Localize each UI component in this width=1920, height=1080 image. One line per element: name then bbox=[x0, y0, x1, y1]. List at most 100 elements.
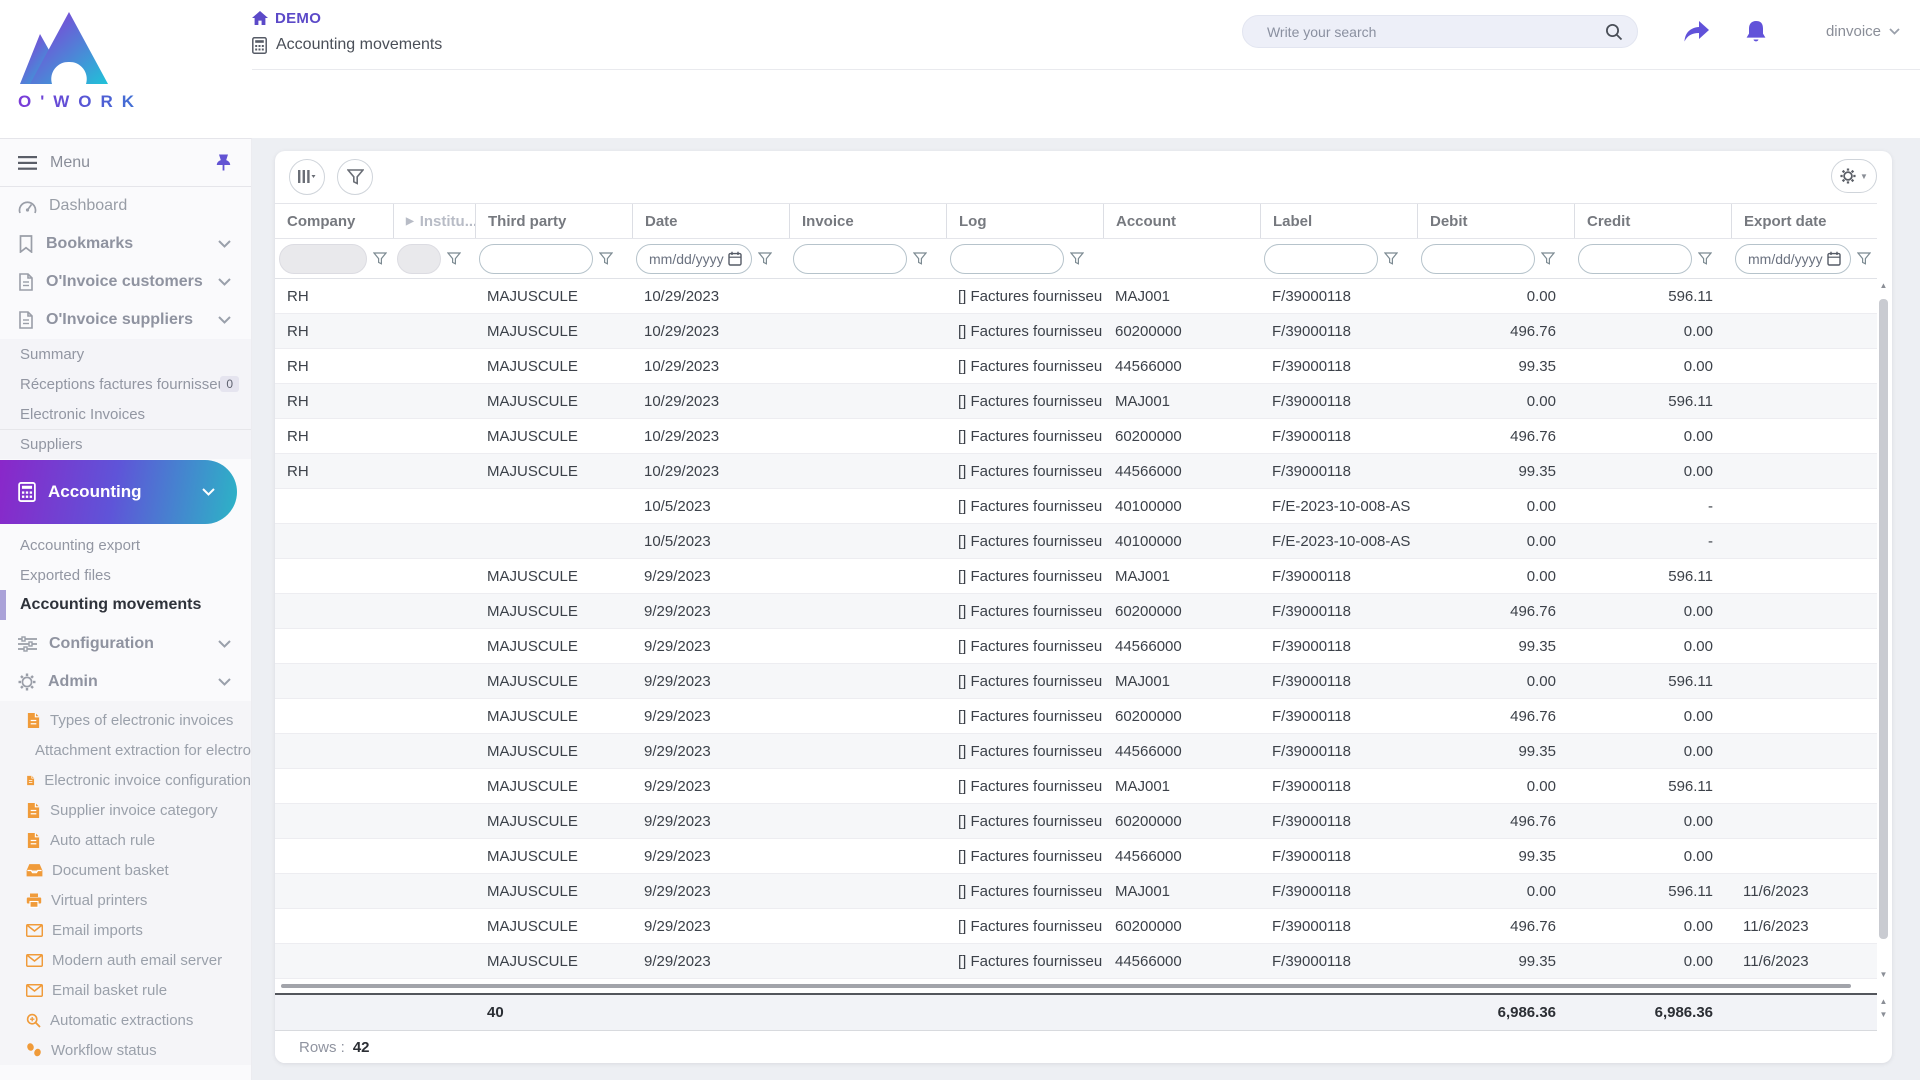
sidebar-subitem-electronic-invoices[interactable]: Electronic Invoices bbox=[0, 399, 251, 429]
vertical-scrollbar-thumb[interactable] bbox=[1879, 299, 1888, 939]
table-row[interactable]: MAJUSCULE 9/29/2023 [] Factures fournisseu… bbox=[275, 734, 1877, 769]
sidebar-subitem-virtual-printers[interactable]: Virtual printers bbox=[0, 885, 251, 915]
column-header-log[interactable]: Log bbox=[946, 204, 1103, 238]
table-row[interactable]: MAJUSCULE 9/29/2023 [] Factures fournisseu… bbox=[275, 629, 1877, 664]
sidebar-subitem-summary[interactable]: Summary bbox=[0, 339, 251, 369]
funnel-icon[interactable] bbox=[1384, 252, 1398, 265]
sidebar-subitem-email-imports[interactable]: Email imports bbox=[0, 915, 251, 945]
menu-toggle[interactable]: Menu bbox=[0, 139, 251, 187]
notifications-icon[interactable] bbox=[1744, 19, 1768, 45]
funnel-icon[interactable] bbox=[1070, 252, 1084, 265]
filter-input-invoice[interactable] bbox=[793, 243, 907, 274]
sidebar-subitem-attachment-extraction-for-electron[interactable]: Attachment extraction for electron bbox=[0, 735, 251, 765]
table-row[interactable]: RH MAJUSCULE 10/29/2023 [] Factures fournis… bbox=[275, 279, 1877, 314]
column-header-third-party[interactable]: Third party bbox=[475, 204, 632, 238]
footsteps-icon bbox=[27, 1043, 41, 1057]
column-header-label[interactable]: Label bbox=[1260, 204, 1417, 238]
date-filter-export-date[interactable]: mm/dd/yyyy bbox=[1735, 243, 1851, 274]
funnel-icon[interactable] bbox=[1541, 252, 1555, 265]
funnel-icon[interactable] bbox=[1857, 252, 1871, 265]
table-row[interactable]: MAJUSCULE 9/29/2023 [] Factures fournisseu… bbox=[275, 594, 1877, 629]
funnel-icon[interactable] bbox=[1698, 252, 1712, 265]
filter-input-log[interactable] bbox=[950, 243, 1064, 274]
share-icon[interactable] bbox=[1682, 19, 1710, 45]
column-header-company[interactable]: Company bbox=[275, 204, 393, 238]
horizontal-scrollbar-thumb[interactable] bbox=[281, 984, 1851, 988]
column-header-account[interactable]: Account bbox=[1103, 204, 1260, 238]
user-menu[interactable]: dinvoice bbox=[1826, 23, 1900, 40]
table-row[interactable]: RH MAJUSCULE 10/29/2023 [] Factures fournis… bbox=[275, 314, 1877, 349]
totals-scrollbar[interactable]: ▲ ▼ bbox=[1877, 997, 1890, 1019]
column-header-date[interactable]: Date bbox=[632, 204, 789, 238]
funnel-icon[interactable] bbox=[447, 252, 461, 265]
hamburger-icon[interactable] bbox=[18, 155, 37, 170]
table-row[interactable]: MAJUSCULE 9/29/2023 [] Factures fournisseu… bbox=[275, 839, 1877, 874]
column-header-invoice[interactable]: Invoice bbox=[789, 204, 946, 238]
sidebar-subitem-types-of-electronic-invoices[interactable]: Types of electronic invoices bbox=[0, 705, 251, 735]
table-row[interactable]: RH MAJUSCULE 10/29/2023 [] Factures fournis… bbox=[275, 419, 1877, 454]
filter-button[interactable] bbox=[337, 159, 373, 195]
funnel-icon[interactable] bbox=[758, 252, 772, 265]
table-row[interactable]: 10/5/2023 [] Factures fournisseurs 4010000… bbox=[275, 524, 1877, 559]
table-row[interactable]: MAJUSCULE 9/29/2023 [] Factures fournisseu… bbox=[275, 769, 1877, 804]
table-row[interactable]: RH MAJUSCULE 10/29/2023 [] Factures fournis… bbox=[275, 454, 1877, 489]
sidebar-subitem-accounting-export[interactable]: Accounting export bbox=[0, 530, 251, 560]
filter-input-credit[interactable] bbox=[1578, 243, 1692, 274]
funnel-icon[interactable] bbox=[913, 252, 927, 265]
sidebar-item-accounting[interactable]: Accounting bbox=[0, 460, 237, 524]
sidebar-subitem-auto-attach-rule[interactable]: Auto attach rule bbox=[0, 825, 251, 855]
filter-input-third-party[interactable] bbox=[479, 243, 593, 274]
filter-input-debit[interactable] bbox=[1421, 243, 1535, 274]
date-filter-date[interactable]: mm/dd/yyyy bbox=[636, 243, 752, 274]
search-icon[interactable] bbox=[1605, 23, 1623, 41]
sidebar-item-dashboard[interactable]: Dashboard bbox=[0, 187, 251, 225]
column-header-credit[interactable]: Credit bbox=[1574, 204, 1731, 238]
sidebar-subitem-suppliers[interactable]: Suppliers bbox=[0, 429, 251, 459]
sidebar-subitem-email-basket-rule[interactable]: Email basket rule bbox=[0, 975, 251, 1005]
table-row[interactable]: MAJUSCULE 9/29/2023 [] Factures fournisseu… bbox=[275, 909, 1877, 944]
table-row[interactable]: RH MAJUSCULE 10/29/2023 [] Factures fournis… bbox=[275, 384, 1877, 419]
sidebar-item-oinvoice-suppliers[interactable]: O'Invoice suppliers bbox=[0, 301, 251, 339]
calendar-icon[interactable] bbox=[1827, 251, 1841, 266]
scroll-down-icon[interactable]: ▼ bbox=[1877, 1010, 1890, 1019]
table-row[interactable]: RH MAJUSCULE 10/29/2023 [] Factures fournis… bbox=[275, 349, 1877, 384]
sidebar-item-configuration[interactable]: Configuration bbox=[0, 625, 251, 663]
table-row[interactable]: MAJUSCULE 9/29/2023 [] Factures fournisseu… bbox=[275, 804, 1877, 839]
scroll-down-icon[interactable]: ▼ bbox=[1877, 970, 1890, 979]
sidebar-item-admin[interactable]: Admin bbox=[0, 663, 251, 701]
table-row[interactable]: MAJUSCULE 9/29/2023 [] Factures fournisseu… bbox=[275, 664, 1877, 699]
vertical-scrollbar[interactable]: ▲ ▼ bbox=[1877, 281, 1890, 979]
table-row[interactable]: MAJUSCULE 9/29/2023 [] Factures fournisseu… bbox=[275, 559, 1877, 594]
filter-input-label[interactable] bbox=[1264, 243, 1378, 274]
funnel-icon[interactable] bbox=[599, 252, 613, 265]
sidebar-item-oinvoice-customers[interactable]: O'Invoice customers bbox=[0, 263, 251, 301]
scroll-up-icon[interactable]: ▲ bbox=[1877, 281, 1890, 290]
table-row[interactable]: MAJUSCULE 9/29/2023 [] Factures fournisseu… bbox=[275, 699, 1877, 734]
search-input[interactable] bbox=[1242, 16, 1573, 47]
sidebar-subitem-automatic-extractions[interactable]: Automatic extractions bbox=[0, 1005, 251, 1035]
sidebar-subitem-workflow-status[interactable]: Workflow status bbox=[0, 1035, 251, 1065]
columns-button[interactable] bbox=[289, 159, 325, 195]
sidebar-subitem-electronic-invoice-configuration[interactable]: Electronic invoice configuration bbox=[0, 765, 251, 795]
sidebar-item-bookmarks[interactable]: Bookmarks bbox=[0, 225, 251, 263]
sidebar-subitem-modern-auth-email-server[interactable]: Modern auth email server bbox=[0, 945, 251, 975]
funnel-icon[interactable] bbox=[373, 252, 387, 265]
column-header-export-date[interactable]: Export date bbox=[1731, 204, 1877, 238]
calendar-icon[interactable] bbox=[728, 251, 742, 266]
table-row[interactable]: MAJUSCULE 9/29/2023 [] Factures fournisseu… bbox=[275, 874, 1877, 909]
breadcrumb-home[interactable]: DEMO bbox=[252, 10, 442, 27]
column-expand-icon[interactable]: ▶ bbox=[406, 216, 414, 227]
settings-button[interactable]: ▼ bbox=[1831, 159, 1877, 193]
column-header-institu[interactable]: ▶ Institu... bbox=[393, 204, 475, 238]
table-row[interactable]: MAJUSCULE 9/29/2023 [] Factures fournisseu… bbox=[275, 944, 1877, 979]
sidebar-subitem-r-ceptions-factures-fournisseurs[interactable]: Réceptions factures fournisseurs 0 bbox=[0, 369, 251, 399]
horizontal-scrollbar[interactable] bbox=[275, 979, 1877, 993]
sidebar-subitem-document-basket[interactable]: Document basket bbox=[0, 855, 251, 885]
scroll-up-icon[interactable]: ▲ bbox=[1877, 997, 1890, 1006]
pin-icon[interactable] bbox=[216, 154, 231, 171]
table-row[interactable]: 10/5/2023 [] Factures fournisseurs 4010000… bbox=[275, 489, 1877, 524]
column-header-debit[interactable]: Debit bbox=[1417, 204, 1574, 238]
sidebar-subitem-accounting-movements[interactable]: Accounting movements bbox=[0, 590, 251, 620]
sidebar-subitem-exported-files[interactable]: Exported files bbox=[0, 560, 251, 590]
sidebar-subitem-supplier-invoice-category[interactable]: Supplier invoice category bbox=[0, 795, 251, 825]
